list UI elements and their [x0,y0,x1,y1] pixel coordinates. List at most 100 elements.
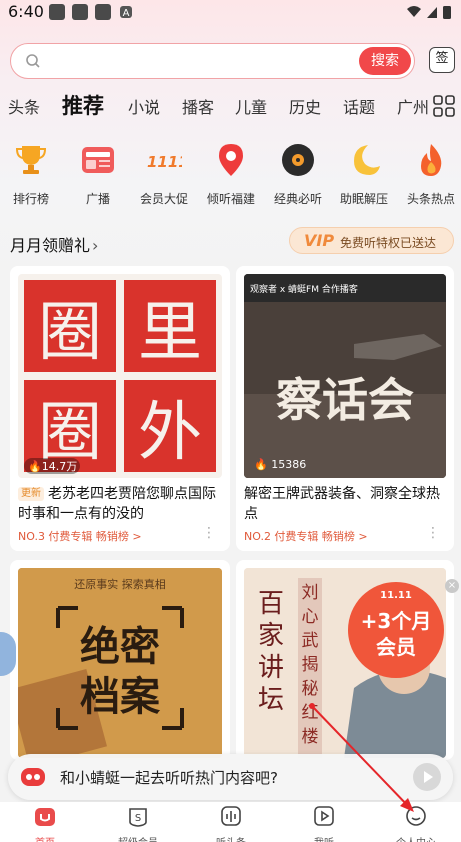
nav-audio-news[interactable]: 听头条 [186,804,276,842]
radio-icon [82,147,114,173]
category-sleep[interactable]: 助眠解压 [331,140,397,207]
category-label: 会员大促 [139,192,188,206]
svg-text:楼: 楼 [302,727,319,747]
wifi-battery-icon [407,6,451,19]
album-rank: NO.3 付费专辑 畅销榜 > [18,530,142,543]
svg-text:11.11: 11.11 [380,590,412,601]
news-audio-icon [221,806,241,826]
vip-promo-icon: 1111 [147,153,189,171]
play-count: 🔥14.7万 [28,460,78,473]
notification-icon: A [120,6,132,19]
svg-text:刘: 刘 [302,583,319,603]
album-title: 更新 老苏老四老贾陪您聊点国际时事和一点有的没的 [18,486,216,522]
tab-novel[interactable]: 小说 [128,94,160,118]
section-title-monthly-gift[interactable]: 月月领赠礼 › [10,232,98,256]
nav-my-listening[interactable]: 我听 [279,804,369,842]
category-label: 经典必听 [273,192,322,206]
tab-headlines[interactable]: 头条 [8,94,40,118]
vip-badge: VIP [304,231,335,250]
tab-children[interactable]: 儿童 [235,94,267,118]
svg-text:秘: 秘 [302,679,319,699]
svg-text:武: 武 [302,631,319,651]
vip-privilege-text: 免费听特权已送达 [340,236,437,250]
category-vip-promo[interactable]: 1111 会员大促 [131,140,197,207]
album-cover: 百 家 讲 坛 刘 心 武 揭 秘 红 楼 11.11 +3个月 会员 [244,568,446,758]
svg-text:S: S [135,813,141,824]
more-options-icon[interactable]: ⋮ [202,525,216,541]
dragonfly-assistant-icon [21,768,45,786]
svg-text:会员: 会员 [376,635,416,659]
nav-label: 超级会员 [93,834,183,842]
lecture-cover-art: 百 家 讲 坛 刘 心 武 揭 秘 红 楼 11.11 +3个月 会员 [244,568,446,758]
category-label: 头条热点 [406,192,455,206]
moon-icon [354,145,380,175]
notification-icon [49,4,65,20]
play-count: 🔥 15386 [254,458,307,471]
nav-label: 听头条 [186,834,276,842]
svg-text:档案: 档案 [80,673,161,720]
tab-podcast[interactable]: 播客 [182,94,214,118]
svg-text:察话会: 察话会 [276,373,414,427]
nav-home[interactable]: 首页 [0,804,90,842]
map-pin-icon [219,144,243,176]
close-promo-icon[interactable]: × [445,579,459,593]
cover-brand-text: 观察者 x 蜻蜓FM 合作播客 [250,283,358,295]
album-card[interactable]: 百 家 讲 坛 刘 心 武 揭 秘 红 楼 11.11 +3个月 会员 [236,560,454,760]
home-icon [35,808,55,826]
svg-text:揭: 揭 [302,655,319,675]
album-cover: 还原事实 探索真相 绝密 档案 [18,568,222,758]
category-tabs: 头条 推荐 小说 播客 儿童 历史 话题 广州 [0,90,430,122]
play-button[interactable] [413,763,441,791]
status-time: 6:40 [8,2,44,21]
category-label: 助眠解压 [339,192,388,206]
album-card[interactable]: 还原事实 探索真相 绝密 档案 [10,560,230,760]
album-cover: 圈 里 圈 外 [18,274,222,478]
vip-icon: S [129,808,147,827]
more-options-icon[interactable]: ⋮ [426,525,440,541]
tab-topics[interactable]: 话题 [343,94,375,118]
category-rankings[interactable]: 排行榜 [0,140,64,207]
trophy-icon [15,146,47,174]
svg-text:坛: 坛 [258,685,284,715]
album-card[interactable]: 圈 里 圈 外 🔥14.7万 更新 老苏老四老贾陪您聊点国际时事和一点有的没的 N… [10,266,230,551]
tab-guangzhou[interactable]: 广州 [397,94,429,118]
svg-text:+3个月: +3个月 [361,609,432,633]
svg-text:圈: 圈 [38,296,102,370]
sign-in-button[interactable]: 签 [429,47,455,73]
svg-text:还原事实 探索真相: 还原事实 探索真相 [74,577,166,591]
nav-super-vip[interactable]: S 超级会员 [93,804,183,842]
album-rank: NO.2 付费专辑 畅销榜 > [244,530,368,543]
nav-label: 我听 [279,834,369,842]
album-card[interactable]: 观察者 x 蜻蜓FM 合作播客 察话会 🔥 15386 解密王牌武器装备、洞察全… [236,266,454,551]
svg-text:百: 百 [258,589,284,619]
album-title: 解密王牌武器装备、洞察全球热点 [244,486,440,522]
tab-history[interactable]: 历史 [289,94,321,118]
seal-cover-art: 圈 里 圈 外 [24,280,216,472]
svg-text:家: 家 [258,621,284,651]
status-bar: 6:40 A [0,0,461,26]
assistant-prompt-text: 和小蜻蜓一起去听听热门内容吧? [60,769,278,787]
svg-text:讲: 讲 [258,653,284,683]
assistant-prompt-bar[interactable]: 和小蜻蜓一起去听听热门内容吧? [8,754,453,800]
tab-recommend[interactable]: 推荐 [62,90,104,120]
svg-text:里: 里 [138,296,202,370]
category-radio[interactable]: 广播 [65,140,131,207]
category-label: 排行榜 [12,192,49,206]
archive-cover-art: 还原事实 探索真相 绝密 档案 [18,568,222,758]
category-shortcuts: 排行榜 广播 1111 会员大促 倾听福建 经典必听 [0,140,461,206]
all-categories-icon[interactable] [433,95,455,117]
military-cover-art: 观察者 x 蜻蜓FM 合作播客 察话会 [244,274,446,478]
search-bar[interactable]: 搜索 [10,43,415,79]
nav-profile[interactable]: 个人中心 [371,804,461,842]
search-button[interactable]: 搜索 [359,47,411,75]
category-hot-news[interactable]: 头条热点 [398,140,461,207]
category-fujian[interactable]: 倾听福建 [198,140,264,207]
nav-label: 个人中心 [371,834,461,842]
notification-icon [95,4,111,20]
svg-text:外: 外 [138,396,202,470]
category-label: 广播 [85,192,110,206]
bottom-navigation: 首页 S 超级会员 听头条 我听 个人中心 [0,802,461,842]
category-classics[interactable]: 经典必听 [265,140,331,207]
search-icon [26,54,40,68]
vip-privilege-banner[interactable]: VIP 免费听特权已送达 [289,227,454,254]
